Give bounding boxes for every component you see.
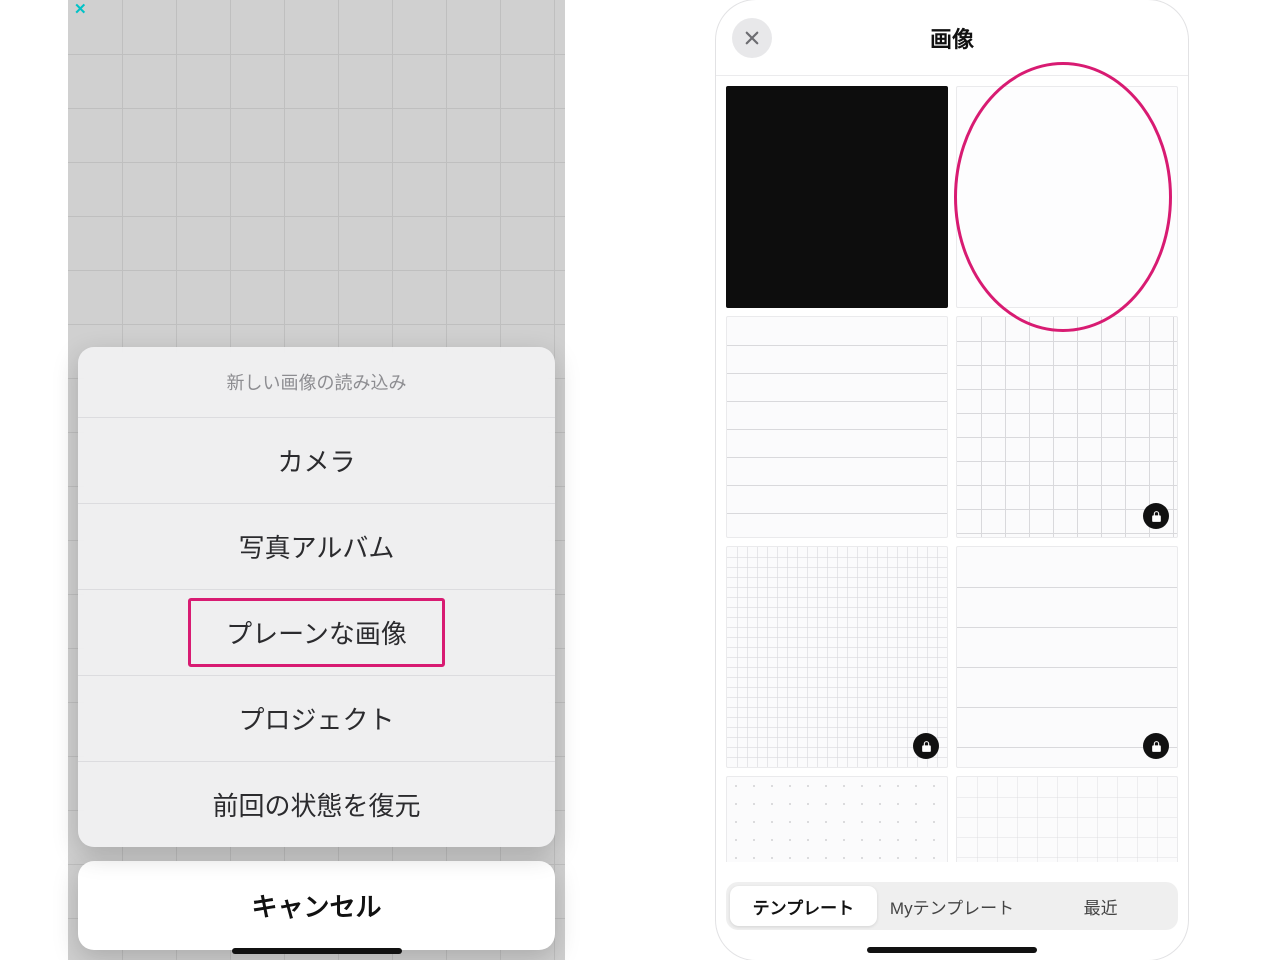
close-icon — [743, 29, 761, 47]
modal-title: 画像 — [930, 22, 974, 54]
tab-0[interactable]: テンプレート — [730, 886, 877, 926]
lock-icon — [913, 733, 939, 759]
home-indicator[interactable] — [867, 947, 1037, 953]
template-tile-grid-small[interactable] — [726, 546, 948, 768]
action-sheet-item[interactable]: プレーンな画像 — [78, 589, 555, 675]
template-tile-ruled-wide[interactable] — [956, 546, 1178, 768]
home-indicator[interactable] — [232, 948, 402, 954]
ad-close-icon[interactable]: ✕ — [74, 0, 87, 18]
template-grid — [726, 86, 1178, 862]
tab-2[interactable]: 最近 — [1027, 886, 1174, 926]
phone-right: 画像 テンプレートMyテンプレート最近 — [716, 0, 1188, 960]
close-button[interactable] — [732, 18, 772, 58]
action-sheet-item[interactable]: 写真アルバム — [78, 503, 555, 589]
action-sheet-item[interactable]: 前回の状態を復元 — [78, 761, 555, 847]
template-tile-grid-light[interactable] — [956, 776, 1178, 862]
lock-icon — [1143, 503, 1169, 529]
cancel-button[interactable]: キャンセル — [78, 861, 555, 950]
template-tile-ruled-lines[interactable] — [726, 316, 948, 538]
action-sheet-item[interactable]: プロジェクト — [78, 675, 555, 761]
template-tile-grid-large[interactable] — [956, 316, 1178, 538]
action-sheet-container: 新しい画像の読み込み カメラ写真アルバムプレーンな画像プロジェクト前回の状態を復… — [78, 347, 555, 950]
phone-left: ✕ 新しい画像の読み込み カメラ写真アルバムプレーンな画像プロジェクト前回の状態… — [68, 0, 565, 960]
modal-header: 画像 — [716, 0, 1188, 76]
segmented-control: テンプレートMyテンプレート最近 — [726, 882, 1178, 930]
action-sheet-item[interactable]: カメラ — [78, 417, 555, 503]
tab-1[interactable]: Myテンプレート — [879, 886, 1026, 926]
template-tile-dots[interactable] — [726, 776, 948, 862]
action-sheet: 新しい画像の読み込み カメラ写真アルバムプレーンな画像プロジェクト前回の状態を復… — [78, 347, 555, 847]
template-tile-solid-black[interactable] — [726, 86, 948, 308]
action-sheet-title: 新しい画像の読み込み — [78, 347, 555, 417]
lock-icon — [1143, 733, 1169, 759]
template-tile-blank-white[interactable] — [956, 86, 1178, 308]
